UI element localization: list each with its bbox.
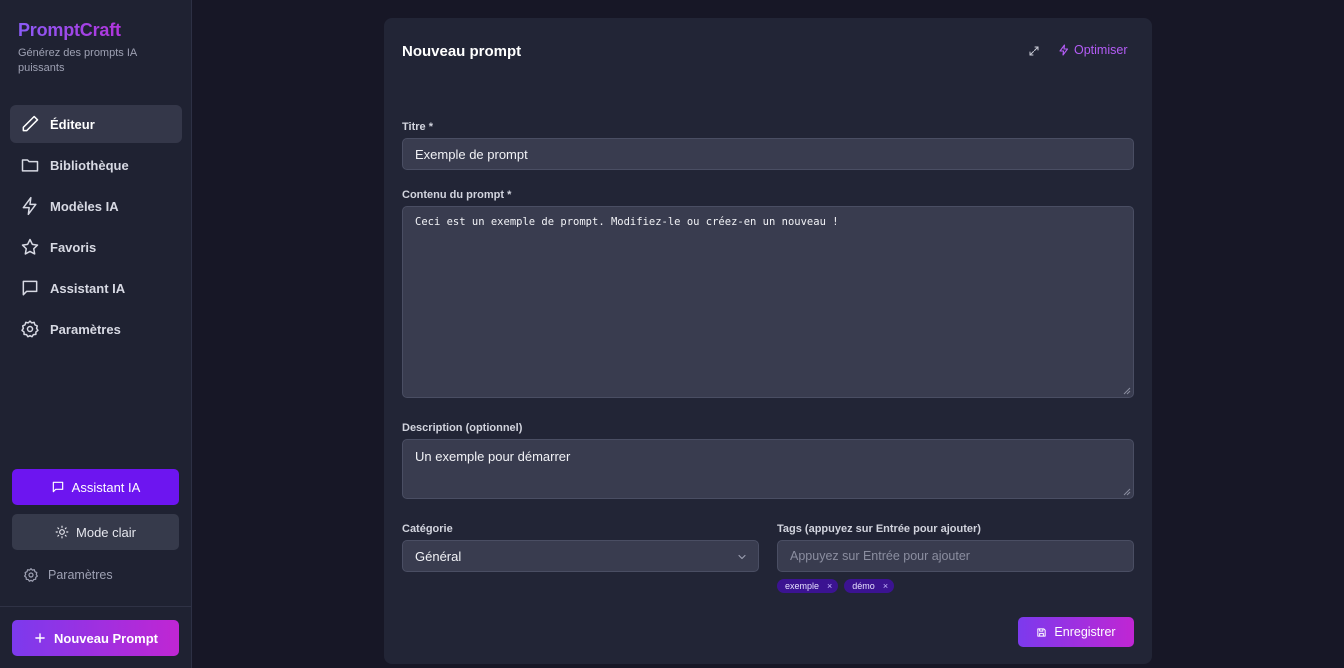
save-label: Enregistrer — [1054, 625, 1116, 639]
sidebar-nav: Éditeur Bibliothèque Modèles IA Favoris … — [10, 105, 182, 351]
star-icon — [21, 238, 39, 255]
assistant-button[interactable]: Assistant IA — [12, 469, 179, 505]
tags-label: Tags (appuyez sur Entrée pour ajouter) — [777, 523, 981, 535]
category-label: Catégorie — [402, 523, 453, 535]
light-mode-button[interactable]: Mode clair — [12, 514, 179, 550]
light-mode-label: Mode clair — [76, 524, 136, 540]
expand-icon[interactable] — [1028, 45, 1040, 57]
settings-link[interactable]: Paramètres — [23, 567, 113, 583]
category-select[interactable]: Général — [402, 540, 759, 572]
gear-icon — [21, 320, 39, 338]
tags-input[interactable] — [777, 540, 1134, 572]
brand: PromptCraft Générez des prompts IA puiss… — [18, 19, 158, 76]
lightning-icon — [22, 196, 37, 216]
app-tagline: Générez des prompts IA puissants — [18, 47, 137, 74]
plus-icon — [35, 633, 45, 643]
sun-icon — [55, 525, 69, 539]
remove-tag-icon[interactable]: × — [827, 581, 832, 591]
lightning-icon — [1059, 44, 1069, 56]
chat-icon — [22, 280, 38, 296]
prompt-content-text: Ceci est un exemple de prompt. Modifiez-… — [415, 216, 839, 228]
resize-grip-icon[interactable] — [1123, 488, 1131, 496]
category-value: Général — [415, 548, 462, 564]
optimize-label: Optimiser — [1074, 43, 1128, 57]
title-input[interactable]: Exemple de prompt — [402, 138, 1134, 170]
chat-icon — [52, 481, 63, 493]
prompt-content-textarea[interactable]: Ceci est un exemple de prompt. Modifiez-… — [402, 206, 1134, 398]
prompt-editor-card: Nouveau prompt Optimiser Titre * Exemple… — [384, 18, 1152, 664]
sidebar-item-label: Éditeur — [50, 116, 95, 132]
sidebar-item-label: Assistant IA — [50, 280, 126, 296]
gear-icon — [24, 568, 38, 582]
chevron-down-icon — [738, 554, 746, 560]
page-title: Nouveau prompt — [402, 43, 522, 60]
sidebar-divider — [0, 606, 191, 607]
title-label: Titre * — [402, 121, 433, 133]
settings-link-label: Paramètres — [48, 568, 113, 582]
tag-chip: démo × — [844, 579, 895, 593]
tag-label: exemple — [785, 581, 820, 591]
sidebar-item-label: Paramètres — [50, 321, 121, 337]
folder-icon — [21, 159, 39, 172]
assistant-button-label: Assistant IA — [71, 479, 141, 495]
new-prompt-button[interactable]: Nouveau Prompt — [12, 620, 179, 656]
pencil-icon — [22, 115, 39, 132]
sidebar-item-label: Bibliothèque — [50, 157, 129, 173]
app-title: PromptCraft — [18, 19, 158, 41]
save-icon — [1037, 627, 1047, 637]
sidebar-item-label: Favoris — [50, 239, 97, 255]
new-prompt-label: Nouveau Prompt — [53, 630, 158, 646]
description-label: Description (optionnel) — [402, 422, 523, 434]
tag-chip: exemple × — [777, 579, 839, 593]
resize-grip-icon[interactable] — [1123, 387, 1131, 395]
remove-tag-icon[interactable]: × — [883, 581, 888, 591]
sidebar-item-settings[interactable]: Paramètres — [10, 310, 182, 348]
sidebar: PromptCraft Générez des prompts IA puiss… — [0, 0, 192, 668]
optimize-button[interactable]: Optimiser — [1058, 43, 1127, 57]
sidebar-item-models[interactable]: Modèles IA — [10, 187, 182, 225]
save-button[interactable]: Enregistrer — [1018, 617, 1134, 647]
sidebar-item-assistant[interactable]: Assistant IA — [10, 269, 182, 307]
content-label: Contenu du prompt * — [402, 189, 512, 201]
sidebar-item-favorites[interactable]: Favoris — [10, 228, 182, 266]
description-text: Un exemple pour démarrer — [415, 449, 571, 464]
tag-list: exemple × démo × — [777, 579, 900, 593]
sidebar-item-editor[interactable]: Éditeur — [10, 105, 182, 143]
description-textarea[interactable]: Un exemple pour démarrer — [402, 439, 1134, 499]
sidebar-item-library[interactable]: Bibliothèque — [10, 146, 182, 184]
tag-label: démo — [852, 581, 875, 591]
sidebar-item-label: Modèles IA — [50, 198, 119, 214]
